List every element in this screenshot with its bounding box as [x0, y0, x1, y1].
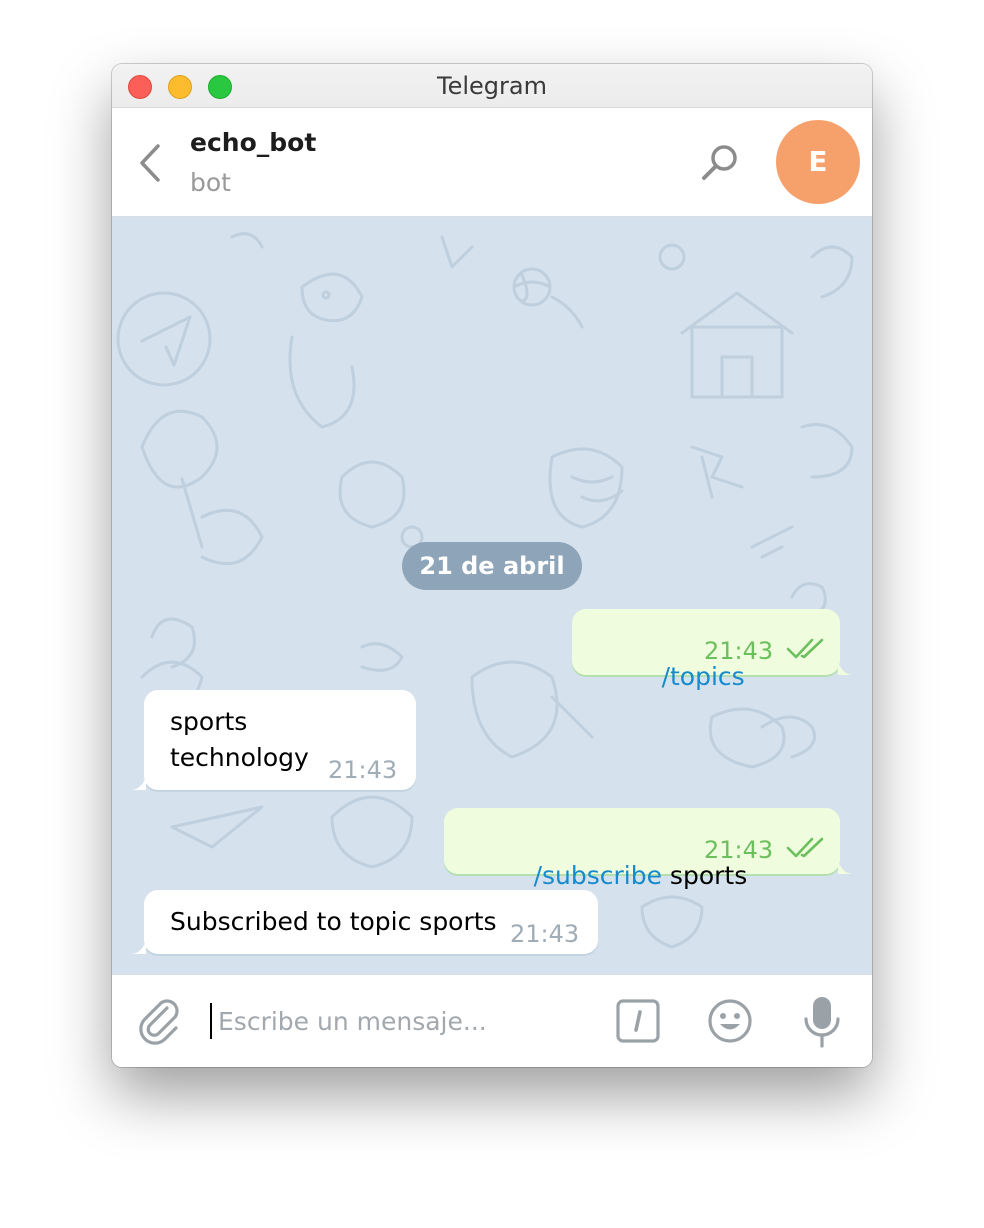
message-composer: [112, 974, 872, 1067]
message-time: 21:43: [510, 920, 580, 948]
microphone-icon: [804, 997, 840, 1048]
window-title: Telegram: [437, 72, 547, 100]
chat-status: bot: [190, 168, 231, 197]
bubble-tail: [838, 659, 852, 675]
bot-command-link[interactable]: /subscribe: [534, 861, 662, 890]
outgoing-message[interactable]: /subscribe sports 21:43: [444, 808, 852, 890]
incoming-message[interactable]: Subscribed to topic sports 21:43: [132, 890, 598, 954]
message-time: 21:43: [704, 836, 774, 864]
attach-button[interactable]: [136, 997, 184, 1045]
avatar[interactable]: E: [776, 120, 860, 204]
bot-commands-button[interactable]: [616, 999, 660, 1043]
voice-message-button[interactable]: [802, 995, 842, 1049]
title-bar: Telegram: [112, 64, 872, 108]
chat-history[interactable]: 21 de abril /topics 21:43 sports technol…: [112, 217, 872, 974]
telegram-window: Telegram echo_bot bot E 21 de abril /top…: [112, 64, 872, 1067]
date-separator: 21 de abril: [402, 542, 582, 590]
message-input-wrapper: [210, 997, 590, 1045]
emoji-button[interactable]: [706, 997, 754, 1045]
outgoing-message[interactable]: /topics 21:43: [572, 609, 852, 691]
chat-header: echo_bot bot E: [112, 108, 872, 217]
search-icon: [702, 145, 737, 180]
message-text: sports technology: [170, 707, 309, 772]
search-button[interactable]: [696, 140, 744, 188]
chevron-left-icon: [140, 144, 160, 182]
back-button[interactable]: [134, 140, 166, 186]
chat-name[interactable]: echo_bot: [190, 128, 316, 157]
text-caret: [210, 1003, 212, 1039]
double-check-icon: [786, 638, 824, 659]
message-input[interactable]: [218, 997, 588, 1045]
bubble-tail: [132, 938, 146, 954]
slash-command-icon: [616, 999, 660, 1043]
smiley-icon: [708, 999, 752, 1043]
message-text: Subscribed to topic sports: [170, 907, 497, 936]
incoming-message[interactable]: sports technology 21:43: [132, 690, 416, 790]
paperclip-icon: [139, 999, 179, 1045]
bubble-tail: [838, 858, 852, 874]
message-time: 21:43: [704, 637, 774, 665]
double-check-icon: [786, 837, 824, 858]
message-time: 21:43: [328, 756, 398, 784]
bubble-tail: [132, 774, 146, 790]
